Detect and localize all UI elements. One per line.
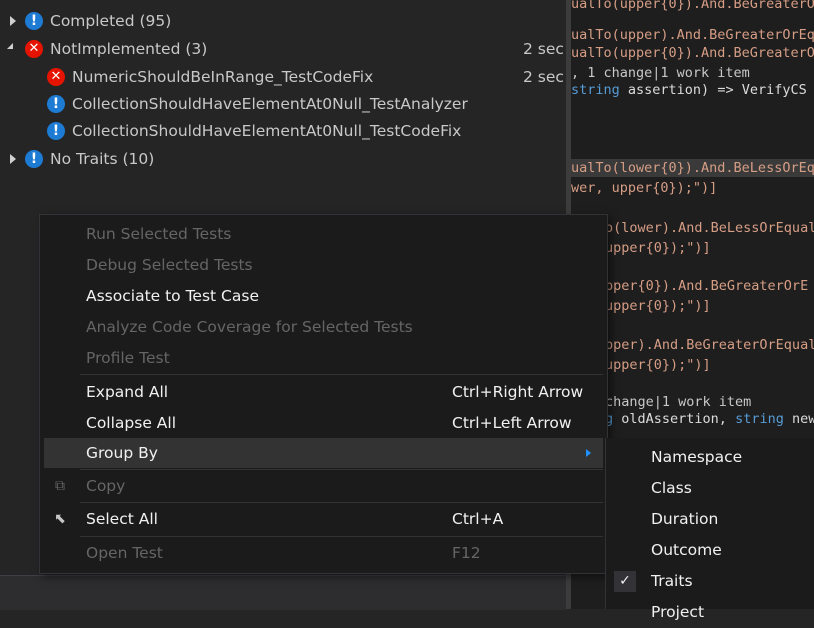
menu-item-debug-selected-tests[interactable]: Debug Selected Tests [44, 250, 603, 280]
submenu-item-duration[interactable]: Duration [606, 504, 814, 535]
shortcut-text: Ctrl+A [452, 510, 504, 528]
code-line: upper{0});")] [605, 240, 711, 256]
menu-item-label: Open Test [86, 544, 163, 562]
shortcut-text: F12 [452, 544, 481, 562]
menu-item-label: Expand All [86, 383, 169, 401]
code-line: o(lower).And.BeLessOrEqual [605, 220, 814, 236]
menu-item-profile-test[interactable]: Profile Test [44, 343, 603, 373]
code-line: pper).And.BeGreaterOrEqual [605, 337, 814, 353]
menu-item-label: Profile Test [86, 349, 170, 367]
tree-row-test[interactable]: NumericShouldBeInRange_TestCodeFix 2 sec [0, 64, 564, 90]
code-text: new [783, 411, 814, 427]
menu-separator [80, 536, 603, 537]
menu-item-label: Analyze Code Coverage for Selected Tests [86, 318, 413, 336]
menu-item-analyze-code-coverage[interactable]: Analyze Code Coverage for Selected Tests [44, 312, 603, 342]
tree-row-completed[interactable]: Completed (95) [0, 8, 560, 34]
code-line: ualTo(upper{0}).And.BeGreaterOrE [571, 0, 814, 12]
info-icon [47, 118, 65, 144]
menu-item-copy[interactable]: ⧉ Copy [44, 471, 603, 501]
code-line: ualTo(upper{0}).And.BeGreaterOrEq [571, 45, 814, 61]
shortcut-text: Ctrl+Right Arrow [452, 383, 584, 401]
menu-item-label: Collapse All [86, 414, 177, 432]
info-icon [25, 146, 43, 172]
submenu-item-label: Project [651, 603, 705, 621]
tree-row-notimplemented[interactable]: NotImplemented (3) 2 sec [0, 36, 564, 62]
submenu-item-label: Class [651, 479, 692, 497]
menu-item-group-by[interactable]: Group By [44, 438, 603, 468]
code-text: assertion) => VerifyCS [619, 82, 807, 98]
error-icon [25, 36, 43, 62]
keyword-text: string [571, 82, 620, 98]
code-line: g oldAssertion, string new [605, 410, 814, 428]
menu-item-label: Debug Selected Tests [86, 256, 253, 274]
collapse-arrow-icon[interactable] [7, 43, 13, 49]
keyword-text: string [735, 411, 784, 427]
code-line: upper{0});")] [605, 298, 711, 314]
tree-row-label: Completed (95) [50, 12, 172, 30]
submenu-item-class[interactable]: Class [606, 473, 814, 504]
menu-item-open-test[interactable]: Open Test F12 [44, 538, 603, 568]
checkmark-icon: ✓ [614, 571, 636, 592]
code-text: oldAssertion, [613, 411, 736, 427]
submenu-arrow-icon [586, 449, 591, 457]
submenu-item-label: Namespace [651, 448, 743, 466]
menu-item-label: Associate to Test Case [86, 287, 259, 305]
menu-separator [80, 502, 603, 503]
menu-item-run-selected-tests[interactable]: Run Selected Tests [44, 219, 603, 249]
shortcut-text: Ctrl+Left Arrow [452, 414, 572, 432]
group-by-submenu: Namespace Class Duration Outcome ✓ Trait… [605, 438, 814, 621]
submenu-item-label: Duration [651, 510, 719, 528]
expand-arrow-icon[interactable] [10, 16, 16, 26]
tree-row-test[interactable]: CollectionShouldHaveElementAt0Null_TestA… [0, 91, 560, 117]
tree-row-test[interactable]: CollectionShouldHaveElementAt0Null_TestC… [0, 118, 560, 144]
code-line: string assertion) => VerifyCS [571, 81, 807, 99]
copy-icon: ⧉ [55, 478, 65, 494]
code-line: upper{0});")] [605, 357, 711, 373]
menu-item-associate-to-test-case[interactable]: Associate to Test Case [44, 281, 603, 311]
menu-item-label: Select All [86, 510, 158, 528]
status-strip [0, 575, 566, 610]
menu-item-label: Copy [86, 477, 126, 495]
info-icon [47, 91, 65, 117]
menu-item-label: Run Selected Tests [86, 225, 232, 243]
tree-row-no-traits[interactable]: No Traits (10) [0, 146, 560, 172]
expand-arrow-icon[interactable] [10, 154, 16, 164]
duration-text: 2 sec [523, 68, 564, 86]
code-line: ualTo(lower{0}).And.BeLessOrEqu [571, 159, 814, 177]
submenu-item-label: Outcome [651, 541, 722, 559]
code-line: pper{0}).And.BeGreaterOrE [605, 278, 809, 294]
menu-separator [80, 469, 603, 470]
select-all-icon: ⬉ [54, 511, 66, 527]
context-menu: Run Selected Tests Debug Selected Tests … [39, 214, 608, 574]
info-icon [25, 8, 43, 34]
tree-row-label: NotImplemented (3) [50, 40, 208, 58]
menu-item-collapse-all[interactable]: Collapse All Ctrl+Left Arrow [44, 408, 603, 438]
code-line: ualTo(upper).And.BeGreaterOrEqual [571, 27, 814, 43]
submenu-item-traits[interactable]: ✓ Traits [606, 566, 814, 597]
menu-separator [80, 374, 603, 375]
submenu-item-outcome[interactable]: Outcome [606, 535, 814, 566]
tree-row-label: CollectionShouldHaveElementAt0Null_TestC… [72, 122, 462, 140]
menu-item-label: Group By [86, 444, 158, 462]
menu-item-select-all[interactable]: ⬉ Select All Ctrl+A [44, 504, 603, 534]
codelens-line[interactable]: change|1 work item [605, 393, 751, 411]
submenu-item-project[interactable]: Project [606, 597, 814, 628]
codelens-line[interactable]: , 1 change|1 work item [571, 64, 750, 82]
code-line: wer, upper{0});")] [571, 180, 718, 196]
tree-row-label: NumericShouldBeInRange_TestCodeFix [72, 68, 374, 86]
submenu-item-label: Traits [651, 572, 693, 590]
duration-text: 2 sec [523, 40, 564, 58]
tree-row-label: CollectionShouldHaveElementAt0Null_TestA… [72, 95, 468, 113]
submenu-item-namespace[interactable]: Namespace [606, 442, 814, 473]
tree-row-label: No Traits (10) [50, 150, 155, 168]
error-icon [47, 64, 65, 90]
menu-item-expand-all[interactable]: Expand All Ctrl+Right Arrow [44, 377, 603, 407]
